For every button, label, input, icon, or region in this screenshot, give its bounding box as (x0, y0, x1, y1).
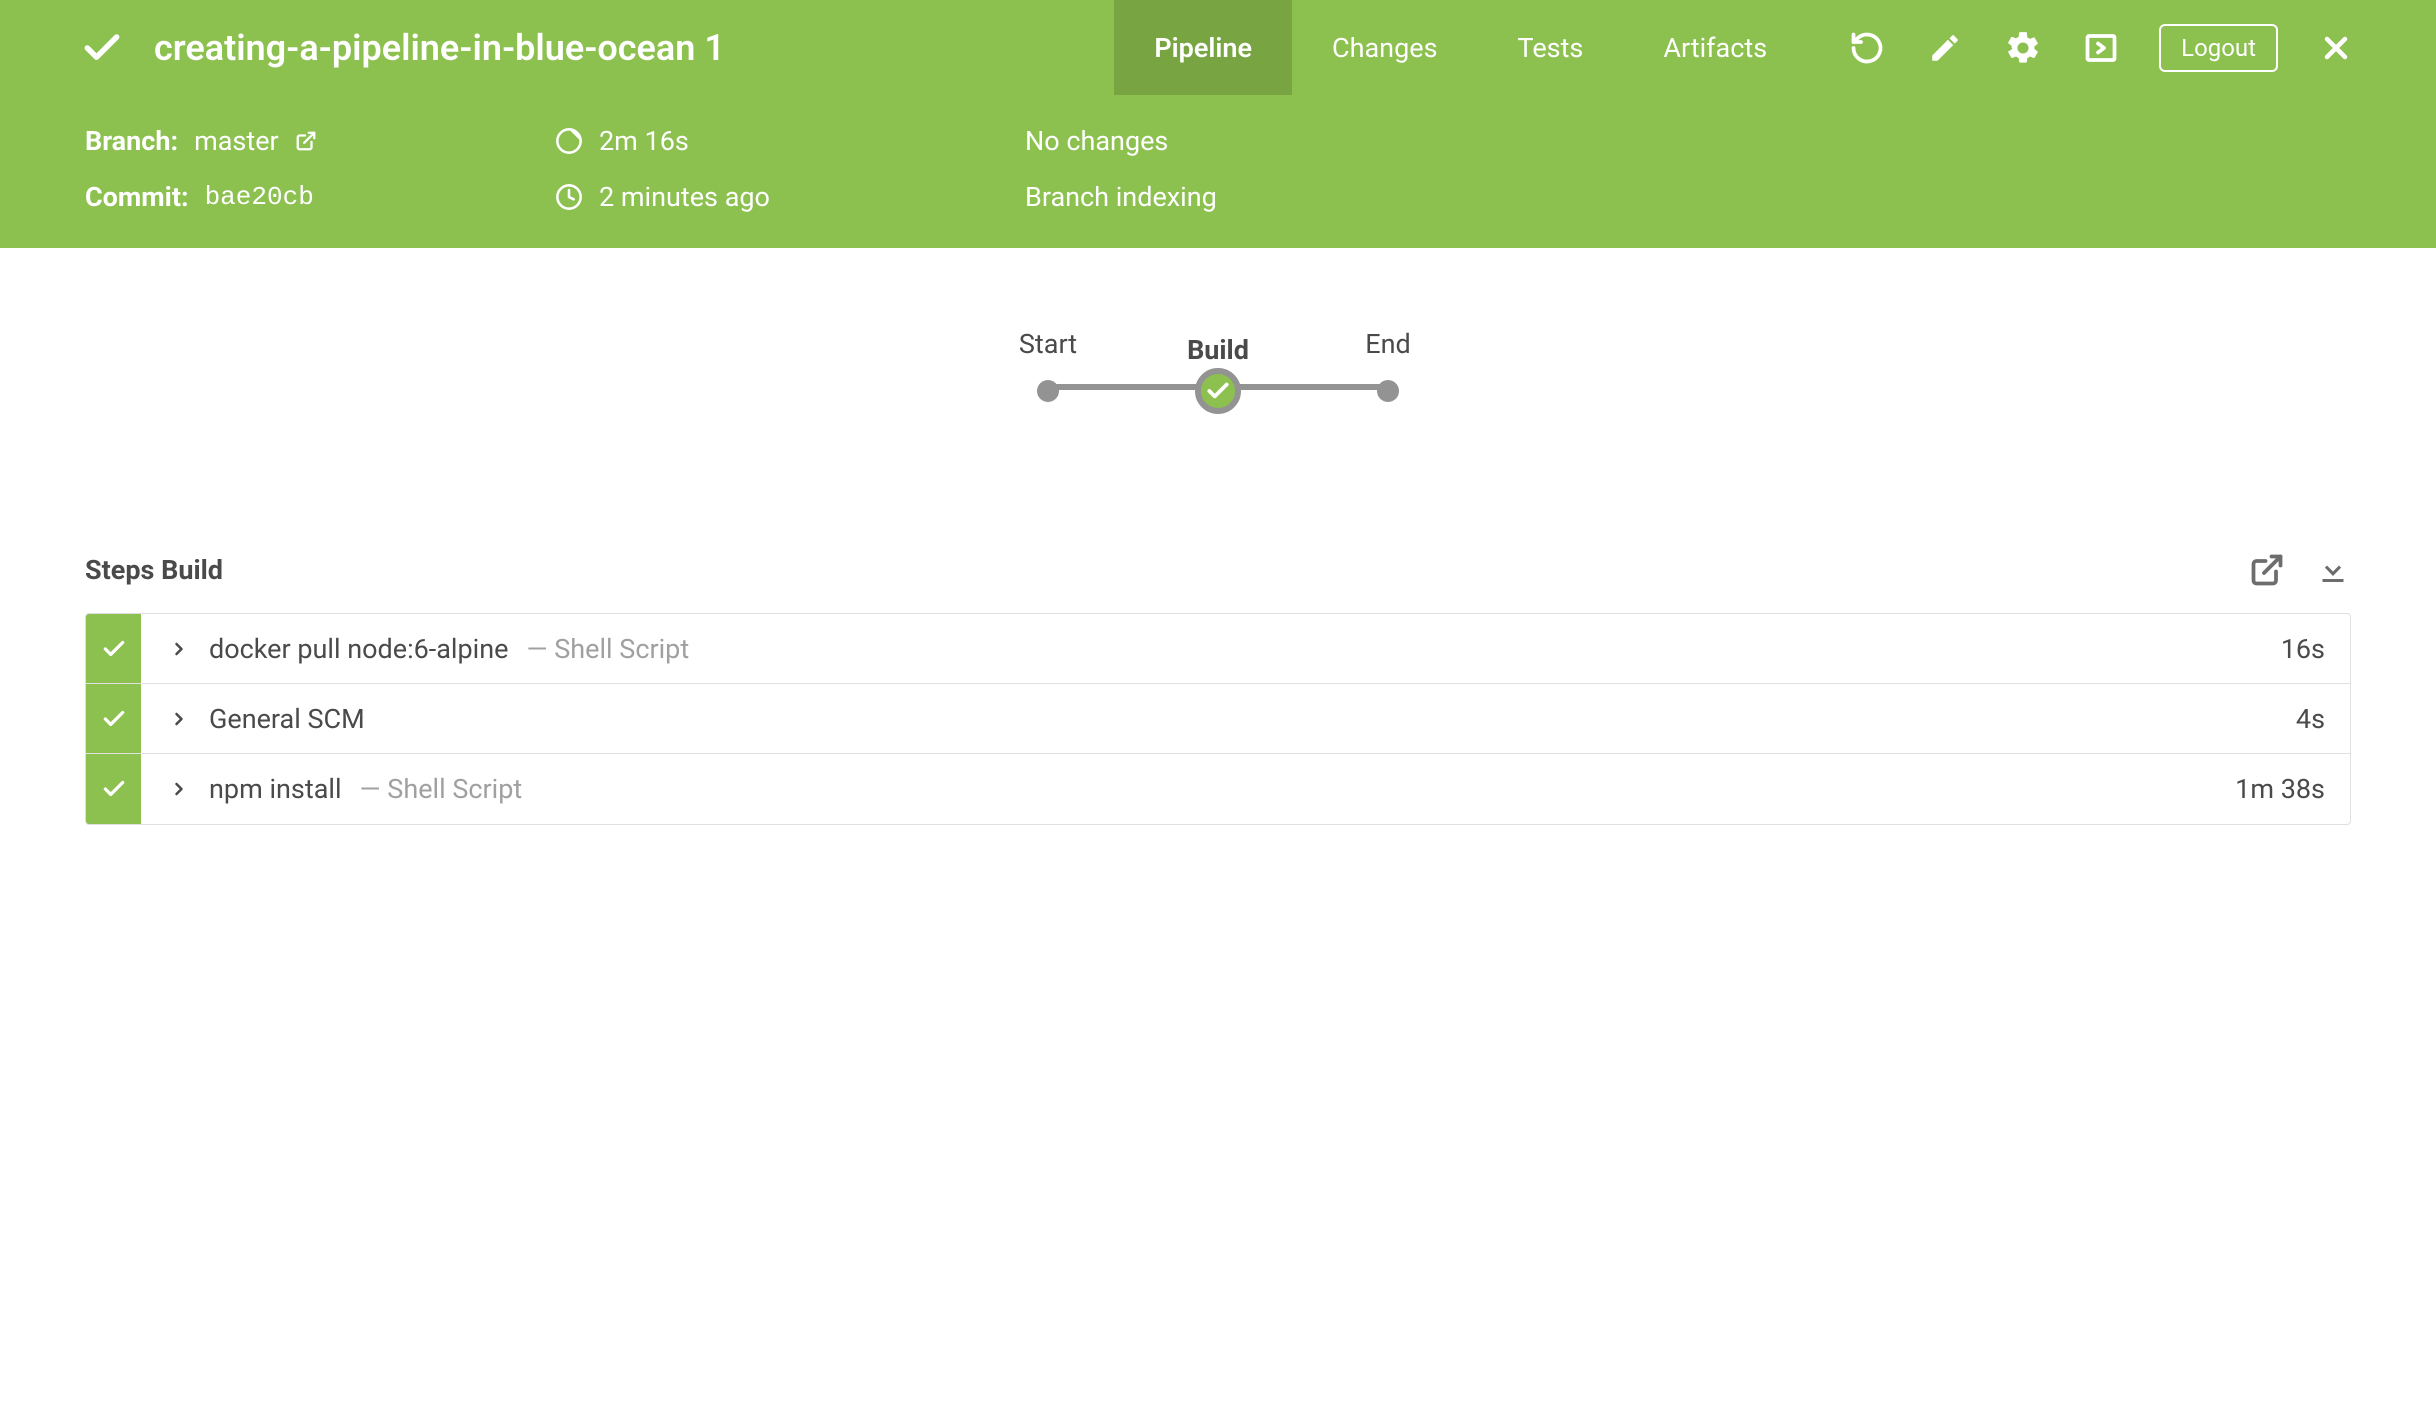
logout-button[interactable]: Logout (2159, 24, 2278, 72)
meta-col-timing: 2m 16s 2 minutes ago (555, 125, 1025, 213)
steps-header: Steps Build (85, 552, 2351, 588)
tab-artifacts[interactable]: Artifacts (1623, 0, 1807, 95)
step-type: Shell Script (526, 633, 689, 665)
stage-start[interactable]: Start (963, 328, 1133, 402)
started-value: 2 minutes ago (599, 181, 770, 213)
go-to-classic-icon[interactable] (2081, 28, 2121, 68)
page-title: creating-a-pipeline-in-blue-ocean 1 (154, 27, 725, 69)
header-top-row: creating-a-pipeline-in-blue-ocean 1 Pipe… (0, 0, 2436, 95)
commit-value: bae20cb (205, 182, 314, 212)
duration-value: 2m 16s (599, 125, 689, 157)
duration-icon (555, 127, 583, 155)
tabs: Pipeline Changes Tests Artifacts (1114, 0, 1807, 95)
cause-value: Branch indexing (1025, 181, 1217, 213)
step-type: Shell Script (360, 773, 523, 805)
status-success-icon (80, 26, 124, 70)
step-duration: 16s (2281, 633, 2325, 665)
step-status-success-icon (86, 614, 141, 683)
stage-label: Build (1187, 334, 1249, 366)
stage-dot-icon (1037, 380, 1059, 402)
steps-list: docker pull node:6-alpine Shell Script 1… (85, 613, 2351, 825)
meta-col-branch: Branch: master Commit: bae20cb (85, 125, 555, 213)
stage-end[interactable]: End (1303, 328, 1473, 402)
chevron-right-icon (169, 639, 189, 659)
stage-dot-icon (1377, 380, 1399, 402)
settings-icon[interactable] (2003, 28, 2043, 68)
stage-success-icon (1195, 368, 1241, 414)
edit-icon[interactable] (1925, 28, 1965, 68)
stage-label: End (1365, 328, 1410, 360)
branch-label: Branch: (85, 125, 178, 157)
external-link-icon[interactable] (295, 130, 317, 152)
stage-label: Start (1019, 328, 1077, 360)
pipeline-graph-area: Start Build End (0, 248, 2436, 552)
changes-value: No changes (1025, 125, 1168, 157)
chevron-right-icon (169, 779, 189, 799)
commit-label: Commit: (85, 181, 189, 213)
step-duration: 1m 38s (2235, 773, 2325, 805)
clock-icon (555, 183, 583, 211)
step-status-success-icon (86, 684, 141, 753)
step-row[interactable]: npm install Shell Script 1m 38s (86, 754, 2350, 824)
step-name: General SCM (209, 703, 365, 735)
tab-pipeline[interactable]: Pipeline (1114, 0, 1292, 95)
step-row[interactable]: General SCM 4s (86, 684, 2350, 754)
tab-changes[interactable]: Changes (1292, 0, 1477, 95)
header: creating-a-pipeline-in-blue-ocean 1 Pipe… (0, 0, 2436, 248)
open-log-icon[interactable] (2249, 552, 2285, 588)
chevron-right-icon (169, 709, 189, 729)
steps-section: Steps Build docker pull node:6-alpine Sh… (0, 552, 2436, 825)
step-duration: 4s (2296, 703, 2325, 735)
step-name: docker pull node:6-alpine (209, 633, 508, 665)
pipeline-graph: Start Build End (963, 328, 1473, 402)
download-log-icon[interactable] (2315, 552, 2351, 588)
steps-title: Steps Build (85, 554, 223, 586)
header-actions: Logout (1847, 24, 2356, 72)
header-meta-row: Branch: master Commit: bae20cb 2m 16s (0, 95, 2436, 248)
rerun-icon[interactable] (1847, 28, 1887, 68)
close-icon[interactable] (2316, 28, 2356, 68)
tab-tests[interactable]: Tests (1478, 0, 1624, 95)
step-row[interactable]: docker pull node:6-alpine Shell Script 1… (86, 614, 2350, 684)
meta-col-changes: No changes Branch indexing (1025, 125, 1217, 213)
branch-value[interactable]: master (194, 125, 279, 157)
step-status-success-icon (86, 754, 141, 824)
step-name: npm install (209, 773, 342, 805)
